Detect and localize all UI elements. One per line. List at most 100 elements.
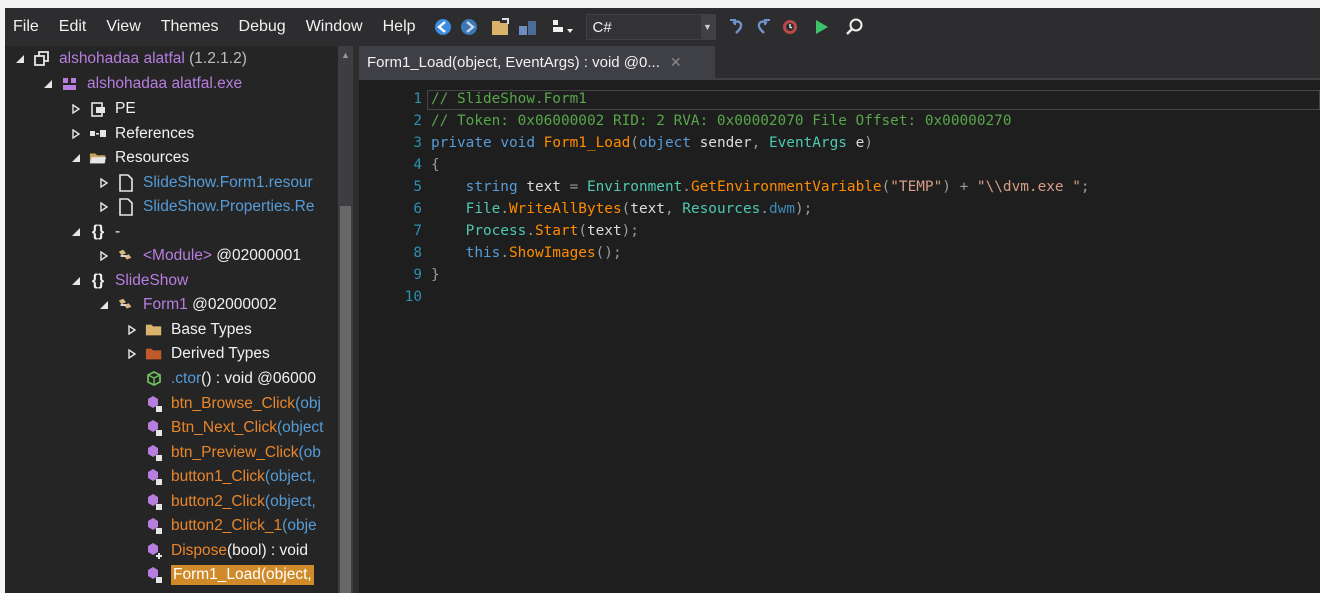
tree-node-method[interactable]: btn_Preview_Click (ob <box>145 441 321 465</box>
back-icon[interactable] <box>432 16 454 38</box>
line-number: 4 <box>413 157 422 173</box>
close-icon[interactable]: ✕ <box>670 54 682 71</box>
method-private-icon <box>145 517 163 535</box>
tree-node-namespace-slideshow[interactable]: {} SlideShow <box>71 269 188 293</box>
run-icon[interactable] <box>810 16 832 38</box>
history-icon[interactable] <box>778 16 800 38</box>
tree-node-method[interactable]: button1_Click (object, <box>145 465 316 489</box>
method-ref[interactable]: GetEnvironmentVariable <box>691 179 882 195</box>
line-number: 1 <box>413 91 422 107</box>
menu-window[interactable]: Window <box>296 8 373 46</box>
tree-node-method[interactable]: Dispose (bool) : void <box>145 539 308 563</box>
param: e <box>855 135 865 151</box>
expanded-arrow-icon[interactable] <box>71 227 81 237</box>
punct: ; <box>1080 179 1090 195</box>
method-ref[interactable]: Form1_Load <box>544 135 631 151</box>
collapsed-arrow-icon[interactable] <box>127 325 137 335</box>
expanded-arrow-icon[interactable] <box>43 79 53 89</box>
method-name: button2_Click <box>171 493 265 510</box>
punct: ( <box>630 135 639 151</box>
tree-node-method[interactable]: button2_Click (object, <box>145 490 316 514</box>
menu-file[interactable]: File <box>5 8 49 46</box>
collapsed-arrow-icon[interactable] <box>71 129 81 139</box>
tab-form1-load[interactable]: Form1_Load(object, EventArgs) : void @0.… <box>359 46 715 78</box>
tree-node-references[interactable]: References <box>71 122 194 146</box>
tree-node-derived-types[interactable]: Derived Types <box>127 342 270 366</box>
file-icon <box>117 174 135 192</box>
folder-icon <box>145 321 163 339</box>
punct: ( <box>881 179 891 195</box>
collapsed-arrow-icon[interactable] <box>71 104 81 114</box>
menu-edit[interactable]: Edit <box>49 8 97 46</box>
open-icon[interactable] <box>490 16 512 38</box>
tree-node-resource-form1[interactable]: SlideShow.Form1. resour <box>99 171 313 195</box>
menu-themes[interactable]: Themes <box>151 8 229 46</box>
menu-debug[interactable]: Debug <box>229 8 296 46</box>
tree-node-resources[interactable]: Resources <box>71 146 189 170</box>
assembly-explorer[interactable]: alshohadaa alatfal (1.2.1.2) alshohadaa … <box>5 46 353 593</box>
punct: ) <box>864 135 873 151</box>
chevron-down-icon[interactable]: ▼ <box>700 15 715 39</box>
tree-node-module[interactable]: alshohadaa alatfal.exe <box>43 72 242 96</box>
tab-strip: Form1_Load(object, EventArgs) : void @0.… <box>359 46 1320 80</box>
search-icon[interactable] <box>844 16 866 38</box>
tree-node-pe[interactable]: PE <box>71 97 136 121</box>
keyword: this <box>465 245 501 261</box>
tree-node-assembly[interactable]: alshohadaa alatfal (1.2.1.2) <box>15 47 247 71</box>
scroll-up-icon[interactable]: ▲ <box>338 50 353 64</box>
tree-node-method[interactable]: button2_Click_1 (obje <box>145 514 317 538</box>
tree-node-method[interactable]: Btn_Next_Click (object <box>145 416 324 440</box>
method-name: Dispose <box>171 542 227 559</box>
line-number: 3 <box>413 135 422 151</box>
tree-node-base-types[interactable]: Base Types <box>127 318 252 342</box>
forward-icon[interactable] <box>458 16 480 38</box>
method-ref[interactable]: WriteAllBytes <box>509 201 622 217</box>
keyword: private <box>431 135 492 151</box>
references-icon <box>89 125 107 143</box>
tree-node-method[interactable]: btn_Browse_Click (obj <box>145 392 321 416</box>
type-ref[interactable]: Process <box>466 223 527 239</box>
save-icon[interactable] <box>516 16 538 38</box>
collapsed-arrow-icon[interactable] <box>99 251 109 261</box>
collapsed-arrow-icon[interactable] <box>99 202 109 212</box>
tree-node-method-selected[interactable]: Form1_Load(object, <box>145 563 314 587</box>
base-types-label: Base Types <box>171 321 252 338</box>
method-ref[interactable]: ShowImages <box>509 245 596 261</box>
method-name: Form1_Load <box>173 566 261 583</box>
tree-node-resource-properties[interactable]: SlideShow.Properties. Re <box>99 195 314 219</box>
menu-view[interactable]: View <box>96 8 150 46</box>
options-icon[interactable] <box>548 16 578 38</box>
method-ref[interactable]: Start <box>535 223 578 239</box>
tree-node-module-type[interactable]: <Module> @02000001 <box>99 244 301 268</box>
language-dropdown[interactable]: C# ▼ <box>585 14 716 40</box>
code-editor[interactable]: Form1_Load(object, EventArgs) : void @0.… <box>359 46 1320 593</box>
namespace-label: SlideShow <box>115 272 189 289</box>
menu-help[interactable]: Help <box>373 8 426 46</box>
type-ref[interactable]: Environment <box>587 179 682 195</box>
tree-node-ctor[interactable]: .ctor() : void @06000 <box>145 367 316 391</box>
scrollbar-thumb[interactable] <box>340 206 351 593</box>
type-ref[interactable]: File <box>466 201 501 217</box>
undo-icon[interactable] <box>726 16 748 38</box>
expanded-arrow-icon[interactable] <box>71 153 81 163</box>
collapsed-arrow-icon[interactable] <box>99 178 109 188</box>
property-ref[interactable]: dwm <box>769 201 795 217</box>
tree-scrollbar[interactable]: ▲ <box>338 46 353 593</box>
collapsed-arrow-icon[interactable] <box>127 349 137 359</box>
file-icon <box>117 198 135 216</box>
tree-node-namespace-empty[interactable]: {} - <box>71 220 120 244</box>
expanded-arrow-icon[interactable] <box>71 276 81 286</box>
punct: = <box>569 179 579 195</box>
expanded-arrow-icon[interactable] <box>99 300 109 310</box>
redo-icon[interactable] <box>752 16 774 38</box>
type-ref[interactable]: EventArgs <box>769 135 847 151</box>
method-private-icon <box>145 468 163 486</box>
type-ref[interactable]: Resources <box>682 201 760 217</box>
expanded-arrow-icon[interactable] <box>15 54 25 64</box>
pe-label: PE <box>115 100 136 117</box>
code-line-6: File.WriteAllBytes(text, Resources.dwm); <box>431 201 813 217</box>
selected-method-label[interactable]: Form1_Load(object, <box>171 565 314 585</box>
class-icon <box>117 296 135 314</box>
method-private-icon <box>145 444 163 462</box>
tree-node-form1[interactable]: Form1 @02000002 <box>99 293 277 317</box>
